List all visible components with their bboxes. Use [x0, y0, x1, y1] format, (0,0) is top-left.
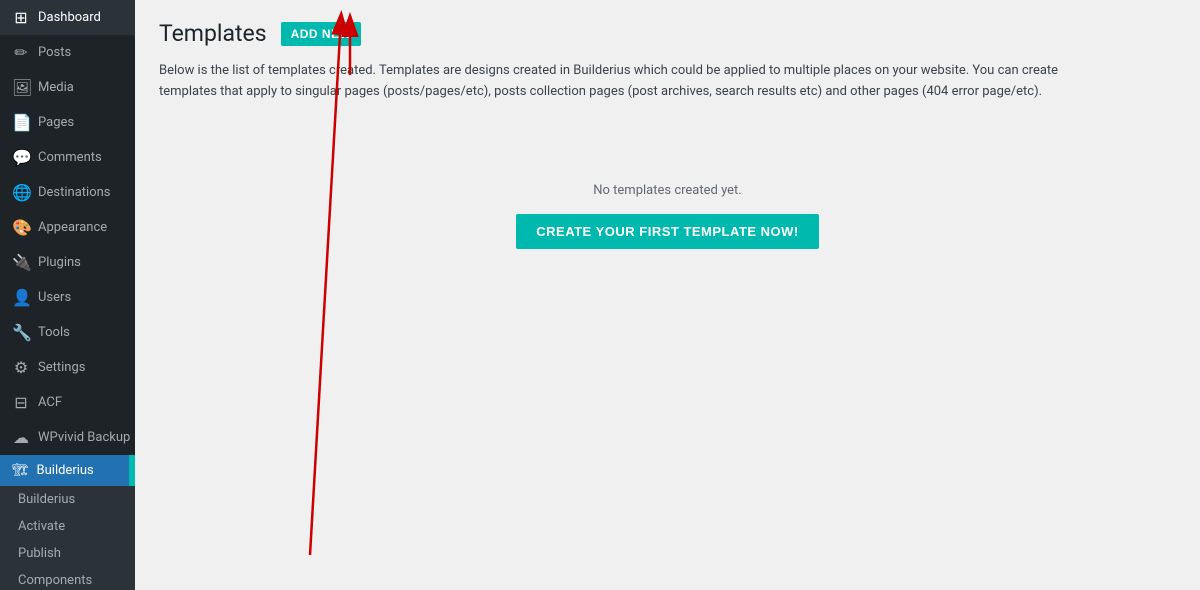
- sidebar-item-settings[interactable]: ⚙ Settings: [0, 350, 135, 385]
- sub-item-components[interactable]: Components: [0, 567, 135, 590]
- empty-message: No templates created yet.: [593, 183, 741, 198]
- media-icon: 🖼: [12, 78, 30, 97]
- destinations-icon: 🌐: [12, 183, 30, 202]
- page-title: Templates: [159, 20, 267, 47]
- dashboard-icon: ⊞: [12, 8, 30, 27]
- sub-item-builderius[interactable]: Builderius: [0, 486, 135, 513]
- tools-icon: 🔧: [12, 323, 30, 342]
- main-content: Templates ADD NEW Below is the list of t…: [135, 0, 1200, 590]
- plugins-icon: 🔌: [12, 253, 30, 272]
- wpvivid-icon: ☁: [12, 428, 30, 447]
- sidebar: ⊞ Dashboard ✏ Posts 🖼 Media 📄 Pages 💬 Co…: [0, 0, 135, 590]
- sidebar-item-label: ACF: [38, 395, 62, 410]
- sub-item-activate[interactable]: Activate: [0, 513, 135, 540]
- sidebar-item-label: Media: [38, 80, 74, 95]
- sidebar-item-pages[interactable]: 📄 Pages: [0, 105, 135, 140]
- sidebar-item-label: Posts: [38, 45, 71, 60]
- sidebar-item-label: Comments: [38, 150, 102, 165]
- page-header: Templates ADD NEW: [159, 20, 1176, 47]
- sidebar-item-label: Pages: [38, 115, 74, 130]
- sub-item-publish[interactable]: Publish: [0, 540, 135, 567]
- sidebar-item-destinations[interactable]: 🌐 Destinations: [0, 175, 135, 210]
- builderius-icon: 🏗: [12, 463, 29, 478]
- sidebar-item-plugins[interactable]: 🔌 Plugins: [0, 245, 135, 280]
- sidebar-item-comments[interactable]: 💬 Comments: [0, 140, 135, 175]
- add-new-button[interactable]: ADD NEW: [281, 22, 362, 46]
- sidebar-item-wpvivid[interactable]: ☁ WPvivid Backup: [0, 420, 135, 455]
- comments-icon: 💬: [12, 148, 30, 167]
- pages-icon: 📄: [12, 113, 30, 132]
- posts-icon: ✏: [12, 43, 30, 62]
- sidebar-item-label: WPvivid Backup: [38, 430, 130, 445]
- builderius-submenu: Builderius Activate Publish Components T…: [0, 486, 135, 590]
- appearance-icon: 🎨: [12, 218, 30, 237]
- sidebar-item-tools[interactable]: 🔧 Tools: [0, 315, 135, 350]
- acf-icon: ⊟: [12, 393, 30, 412]
- sidebar-item-builderius[interactable]: 🏗 Builderius: [0, 455, 135, 486]
- sidebar-item-label: Dashboard: [38, 10, 101, 25]
- empty-state: No templates created yet. CREATE YOUR FI…: [159, 183, 1176, 249]
- sidebar-item-label: Appearance: [38, 220, 107, 235]
- sidebar-item-label: Builderius: [37, 463, 94, 478]
- settings-icon: ⚙: [12, 358, 30, 377]
- page-description: Below is the list of templates created. …: [159, 61, 1059, 103]
- sidebar-item-label: Tools: [38, 325, 70, 340]
- sidebar-item-media[interactable]: 🖼 Media: [0, 70, 135, 105]
- sidebar-item-users[interactable]: 👤 Users: [0, 280, 135, 315]
- sidebar-item-dashboard[interactable]: ⊞ Dashboard: [0, 0, 135, 35]
- sidebar-item-appearance[interactable]: 🎨 Appearance: [0, 210, 135, 245]
- sidebar-item-label: Destinations: [38, 185, 111, 200]
- users-icon: 👤: [12, 288, 30, 307]
- create-template-button[interactable]: CREATE YOUR FIRST TEMPLATE NOW!: [516, 214, 819, 249]
- sidebar-item-posts[interactable]: ✏ Posts: [0, 35, 135, 70]
- sidebar-item-acf[interactable]: ⊟ ACF: [0, 385, 135, 420]
- sidebar-item-label: Users: [38, 290, 71, 305]
- sidebar-item-label: Settings: [38, 360, 85, 375]
- sidebar-item-label: Plugins: [38, 255, 81, 270]
